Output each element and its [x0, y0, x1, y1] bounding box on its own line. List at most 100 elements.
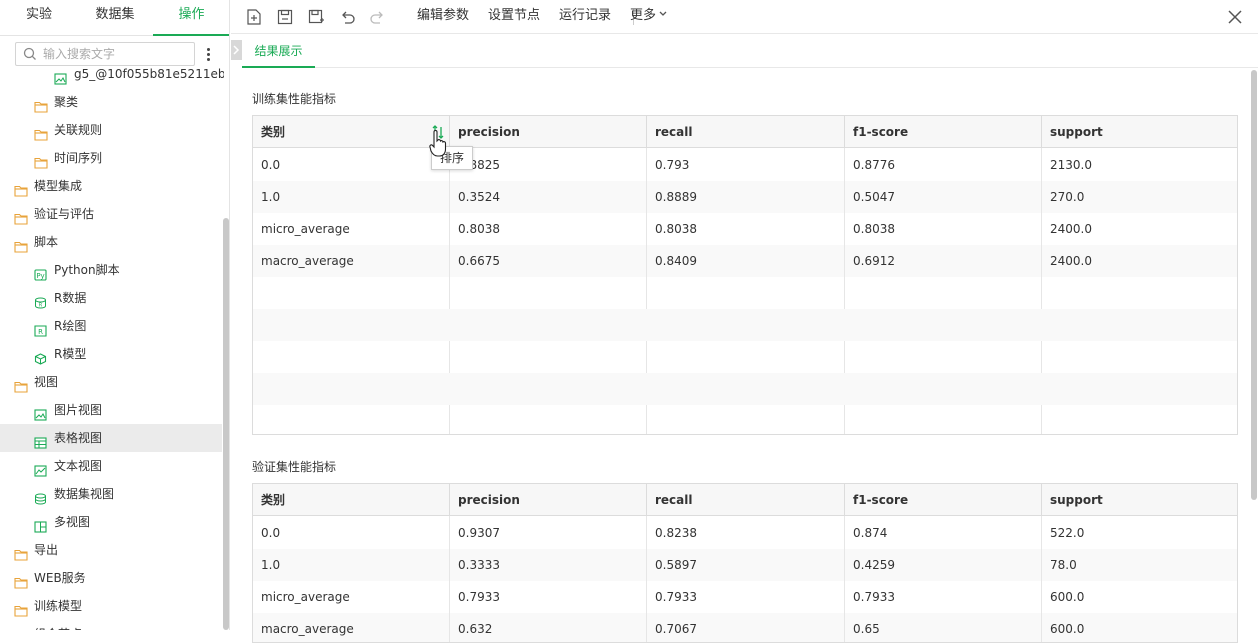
tree-item[interactable]: 多视图	[0, 508, 222, 536]
toolbar: 编辑参数 设置节点 运行记录 更多	[231, 0, 1258, 34]
table-cell: 0.8238	[647, 517, 845, 549]
tab-operation[interactable]: 操作	[153, 0, 229, 36]
f1-score-column-header[interactable]: f1-score	[845, 116, 1042, 148]
tree-item-label: 组合节点	[34, 620, 82, 630]
table-row: micro_average 0.8038 0.8038 0.8038 2400.0	[253, 213, 1237, 245]
tree-item[interactable]: 数据集视图	[0, 480, 222, 508]
run-log-button[interactable]: 运行记录	[559, 0, 611, 34]
tab-dataset[interactable]: 数据集	[80, 0, 150, 36]
table-cell: 0.7933	[647, 581, 845, 613]
empty-table-row	[253, 277, 1237, 309]
table-row: 0.0 0.8825 0.793 0.8776 2130.0	[253, 149, 1237, 181]
right-scrollbar[interactable]	[1251, 70, 1257, 500]
tree-item[interactable]: 聚类	[0, 88, 222, 116]
tree-item-label: 导出	[34, 543, 59, 557]
table-cell: 0.65	[845, 613, 1042, 642]
tree-item[interactable]: Py Python脚本	[0, 256, 222, 284]
save-icon[interactable]	[276, 8, 294, 26]
empty-table-row	[253, 341, 1237, 373]
tree-item-label: 验证与评估	[34, 207, 95, 221]
table-cell: 270.0	[1050, 190, 1085, 204]
search-input[interactable]	[43, 45, 191, 63]
tree-item[interactable]: 图片视图	[0, 396, 222, 424]
support-column-header[interactable]: support	[1042, 484, 1237, 516]
table-cell: 0.8409	[647, 245, 845, 277]
recall-column-header[interactable]: recall	[647, 484, 845, 516]
close-icon[interactable]	[1227, 9, 1243, 25]
table-cell: 522.0	[1050, 526, 1085, 540]
empty-table-row	[253, 309, 1237, 341]
tree-item[interactable]: WEB服务	[0, 564, 222, 592]
table-cell: micro_average	[253, 213, 450, 245]
tree-item[interactable]: g5_@10f055b81e5211ebaf9	[0, 62, 224, 88]
table-cell: macro_average	[253, 613, 450, 642]
tab-experiment[interactable]: 实验	[10, 0, 68, 36]
tree-item-label: 视图	[34, 375, 59, 389]
tree-item[interactable]: 关联规则	[0, 116, 222, 144]
left-panel: 实验 数据集 操作 g5_@10f055b81e5211ebaf9 聚类关联规则时…	[0, 0, 230, 630]
tree-item-label: WEB服务	[34, 571, 86, 585]
tree-item-label: 表格视图	[54, 431, 103, 445]
table-cell: 0.3524	[450, 181, 647, 213]
table-cell: 2400.0	[1050, 222, 1092, 236]
tree-item[interactable]: 表格视图	[0, 424, 222, 452]
tree-item-label: g5_@10f055b81e5211ebaf9	[74, 67, 224, 81]
precision-column-header[interactable]: precision	[450, 484, 647, 516]
f1-score-column-header[interactable]: f1-score	[845, 484, 1042, 516]
table-cell: 2400.0	[1050, 254, 1092, 268]
tree-item-label: 脚本	[34, 235, 59, 249]
table-cell: 0.7933	[450, 581, 647, 613]
tree-item-label: R绘图	[54, 319, 87, 333]
tree-item[interactable]: 训练模型	[0, 592, 222, 620]
edit-params-button[interactable]: 编辑参数	[417, 0, 469, 34]
tree-item-label: 训练模型	[34, 599, 83, 613]
tree-item[interactable]: R R数据	[0, 284, 222, 312]
table-cell: 0.8038	[845, 213, 1042, 245]
table-row: macro_average 0.632 0.7067 0.65 600.0	[253, 613, 1237, 642]
table-cell: 0.8038	[450, 213, 647, 245]
tree-item[interactable]: 组合节点	[0, 620, 222, 630]
save-as-icon[interactable]	[307, 8, 325, 26]
category-column-header[interactable]: 类别	[253, 116, 450, 148]
left-scrollbar[interactable]	[223, 218, 229, 630]
tree-item[interactable]: R模型	[0, 340, 222, 368]
tree-item[interactable]: 验证与评估	[0, 200, 222, 228]
search-icon	[23, 47, 36, 60]
tree-item[interactable]: 时间序列	[0, 144, 222, 172]
table-cell: 0.8776	[845, 149, 1042, 181]
table-cell: 0.5897	[647, 549, 845, 581]
table-cell: 0.0	[253, 517, 450, 549]
set-node-button[interactable]: 设置节点	[488, 0, 540, 34]
redo-icon[interactable]	[369, 8, 387, 26]
table-cell: 0.632	[450, 613, 647, 642]
table-cell: macro_average	[253, 245, 450, 277]
undo-icon[interactable]	[338, 8, 356, 26]
recall-column-header[interactable]: recall	[647, 116, 845, 148]
tree-item[interactable]: R R绘图	[0, 312, 222, 340]
chevron-right-icon	[233, 45, 240, 55]
table-cell: 2130.0	[1050, 158, 1092, 172]
table-cell: 0.7067	[647, 613, 845, 642]
category-column-header[interactable]: 类别	[253, 484, 450, 516]
tree-item[interactable]: 脚本	[0, 228, 222, 256]
precision-column-header[interactable]: precision	[450, 116, 647, 148]
more-button[interactable]: 更多	[630, 0, 668, 34]
table-cell: 0.8825	[450, 149, 647, 181]
tree-item-label: 关联规则	[54, 123, 103, 137]
table-row: 1.0 0.3524 0.8889 0.5047 270.0	[253, 181, 1237, 213]
tree-item[interactable]: 导出	[0, 536, 222, 564]
table-cell: 0.9307	[450, 517, 647, 549]
train-metrics-table: 类别 precision recall f1-score support 0.0 0.882…	[252, 115, 1238, 435]
new-file-icon[interactable]	[245, 8, 263, 26]
validation-metrics-title: 验证集性能指标	[252, 460, 337, 474]
tree-item[interactable]: 文本视图	[0, 452, 222, 480]
tab-result-display[interactable]: 结果展示	[242, 35, 315, 68]
collapse-panel-handle[interactable]	[231, 40, 242, 60]
table-cell: 0.0	[253, 149, 450, 181]
tree-item[interactable]: 视图	[0, 368, 222, 396]
tree-item[interactable]: 模型集成	[0, 172, 222, 200]
train-metrics-title: 训练集性能指标	[252, 92, 337, 106]
support-column-header[interactable]: support	[1042, 116, 1237, 148]
tree-item-label: 文本视图	[54, 459, 103, 473]
table-cell: 600.0	[1050, 590, 1085, 604]
